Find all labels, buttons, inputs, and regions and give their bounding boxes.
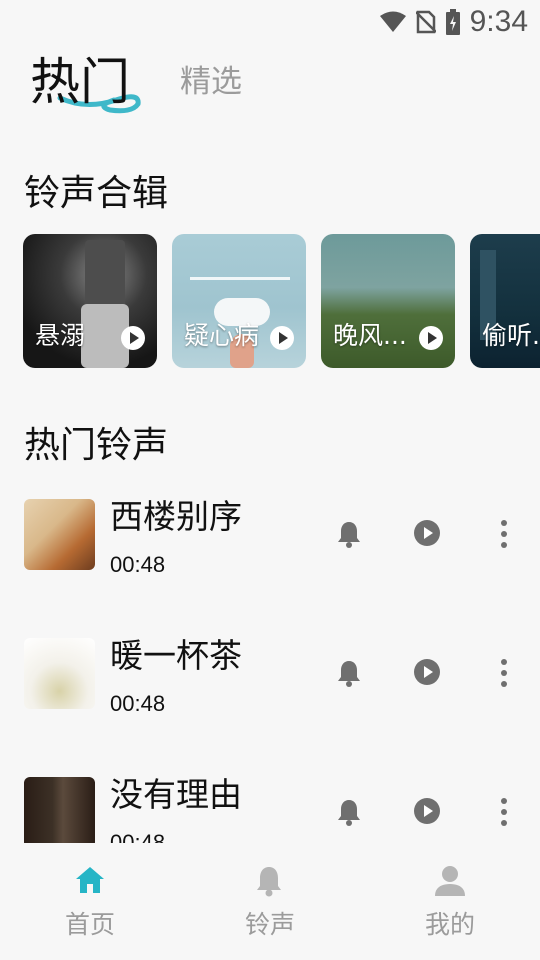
album-title: 悬溺 [35,321,86,350]
nav-item-home[interactable]: 首页 [0,843,180,960]
album-cover-calligraphy [190,250,290,280]
bell-icon[interactable] [336,520,362,548]
album-cover-figure [85,240,125,312]
play-circle-icon[interactable] [121,326,145,350]
ringtone-cover [24,638,95,709]
nav-item-ringtones[interactable]: 铃声 [180,843,360,960]
album-card[interactable]: 疑心病 [172,234,306,368]
person-icon [435,866,465,896]
play-circle-icon[interactable] [414,659,440,685]
ringtone-duration: 00:48 [110,552,166,577]
battery-charging-icon [445,9,460,35]
home-icon [76,867,104,893]
album-card[interactable]: 悬溺 [23,234,157,368]
ringtone-cover [24,777,95,843]
album-title: 偷听... [482,321,540,350]
bell-icon [257,867,281,897]
no-sim-icon [415,10,436,34]
ringtone-duration: 00:48 [110,830,166,843]
ringtone-name: 没有理由 [110,775,242,814]
album-card[interactable]: 晚风... [321,234,455,368]
album-title: 晚风... [333,321,407,350]
ringtone-name: 西楼别序 [110,497,242,536]
bottom-nav: 首页 铃声 我的 [0,843,540,960]
bell-icon[interactable] [336,798,362,826]
ringtone-cover [24,499,95,570]
status-time: 9:34 [469,5,528,38]
section-title-albums: 铃声合辑 [24,173,169,214]
status-bar: 9:34 [0,0,540,44]
album-carousel[interactable]: 悬溺 疑心病 晚风... 偷听... [23,234,540,368]
play-circle-icon[interactable] [414,520,440,546]
bell-icon[interactable] [336,659,362,687]
play-circle-icon[interactable] [270,326,294,350]
play-circle-icon[interactable] [419,326,443,350]
nav-item-mine[interactable]: 我的 [360,843,540,960]
more-vert-icon[interactable] [496,798,512,826]
list-item[interactable]: 西楼别序 00:48 [0,480,540,600]
nav-label: 我的 [424,910,475,939]
tab-hot[interactable]: 热门 [30,42,130,114]
ringtone-name: 暖一杯茶 [110,636,242,675]
list-item[interactable]: 没有理由 00:48 [0,758,540,843]
list-item[interactable]: 暖一杯茶 00:48 [0,619,540,739]
more-vert-icon[interactable] [496,659,512,687]
nav-label: 铃声 [244,910,295,939]
more-vert-icon[interactable] [496,520,512,548]
play-circle-icon[interactable] [414,798,440,824]
wifi-icon [379,11,406,32]
album-card[interactable]: 偷听... [470,234,540,368]
nav-label: 首页 [64,910,115,939]
top-tabs: 热门 精选 [0,40,540,120]
album-title: 疑心病 [184,321,260,350]
tab-featured[interactable]: 精选 [180,56,242,101]
section-title-ringtones: 热门铃声 [24,425,169,466]
ringtone-list[interactable]: 西楼别序 00:48 暖一杯茶 00:48 没有理由 00:48 [0,480,540,843]
ringtone-duration: 00:48 [110,691,166,716]
